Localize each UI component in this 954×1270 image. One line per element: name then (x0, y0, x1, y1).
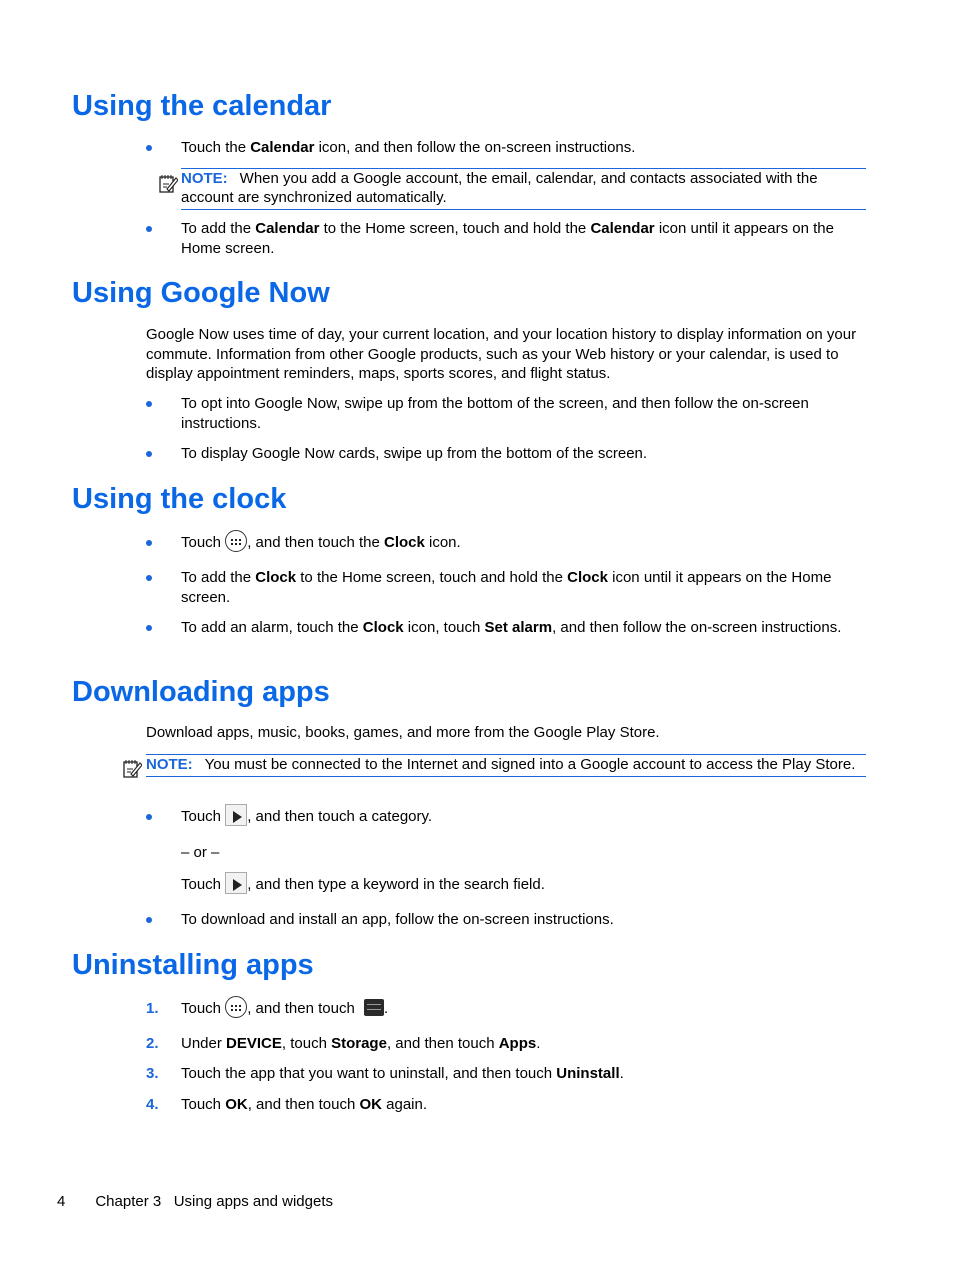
list-item: To add the Calendar to the Home screen, … (146, 219, 866, 258)
bullet-icon (146, 451, 152, 457)
list-item: Touch the Calendar icon, and then follow… (146, 138, 866, 158)
text: , touch (281, 1035, 332, 1052)
text: icon, and then follow the on-screen inst… (314, 139, 636, 156)
section-title-downloading: Downloading apps (72, 676, 330, 708)
play-store-icon (225, 872, 248, 895)
text: Set alarm (484, 619, 553, 636)
text: , and then touch (247, 1096, 360, 1113)
list-item: To display Google Now cards, swipe up fr… (146, 444, 866, 464)
text: Storage (331, 1035, 387, 1052)
page-footer: 4 Chapter 3 Using apps and widgets (57, 1193, 333, 1210)
bullet-icon (146, 917, 152, 923)
text: Clock (383, 534, 425, 551)
text: Touch the app that you want to uninstall… (181, 1065, 557, 1082)
list-item: To download and install an app, follow t… (146, 910, 866, 930)
text: To opt into Google Now, swipe up from th… (181, 395, 809, 432)
text: . (536, 1035, 541, 1052)
all-apps-icon (225, 530, 248, 553)
play-store-icon (225, 804, 248, 827)
text: , and then touch (247, 1000, 359, 1017)
bullet-icon (146, 575, 152, 581)
step-item: 2. Under DEVICE, touch Storage, and then… (146, 1034, 866, 1054)
step-number: 4. (146, 1096, 159, 1113)
text: OK (225, 1096, 248, 1113)
list-item: Touch , and then touch the Clock icon. (146, 530, 866, 553)
step-number: 2. (146, 1035, 159, 1052)
list-item: Touch , and then touch a category. (146, 804, 866, 827)
text: Clock (362, 619, 404, 636)
chapter-title: Chapter 3 Using apps and widgets (95, 1193, 333, 1210)
text: to the Home screen, touch and hold the (296, 569, 568, 586)
page-number: 4 (57, 1193, 66, 1210)
text: . (619, 1065, 624, 1082)
text: , and then touch (386, 1035, 499, 1052)
text: Touch (181, 1096, 226, 1113)
text: Uninstall (556, 1065, 620, 1082)
text: To add the (181, 220, 256, 237)
note-text: You must be connected to the Internet an… (204, 756, 856, 773)
bullet-icon (146, 625, 152, 631)
list-item: To add an alarm, touch the Clock icon, t… (146, 618, 866, 638)
paragraph: Google Now uses time of day, your curren… (146, 326, 857, 382)
text: To add an alarm, touch the (181, 619, 363, 636)
text: to the Home screen, touch and hold the (319, 220, 591, 237)
text: Calendar (590, 220, 655, 237)
step-number: 1. (146, 1000, 159, 1017)
bullet-icon (146, 540, 152, 546)
note-text: When you add a Google account, the email… (181, 170, 818, 206)
text: , and then follow the on-screen instruct… (552, 619, 842, 636)
text: OK (359, 1096, 382, 1113)
text: , and then touch the (247, 534, 384, 551)
section-title-google-now: Using Google Now (72, 277, 330, 309)
step-item: 4. Touch OK, and then touch OK again. (146, 1095, 866, 1115)
text: again. (381, 1096, 428, 1113)
settings-icon (363, 998, 384, 1016)
text: Apps (498, 1035, 537, 1052)
text: Touch (181, 1000, 226, 1017)
text: To add the (181, 569, 256, 586)
section-title-calendar: Using the calendar (72, 90, 332, 122)
all-apps-icon (225, 996, 248, 1019)
text: Calendar (250, 139, 315, 156)
text: Calendar (255, 220, 320, 237)
note-label: NOTE: (146, 756, 193, 773)
section-title-clock: Using the clock (72, 483, 287, 515)
note-icon (123, 759, 142, 778)
text: , and then type a keyword in the search … (247, 876, 545, 893)
text: icon, touch (403, 619, 485, 636)
text: , and then touch a category. (247, 808, 433, 825)
list-item: To add the Clock to the Home screen, tou… (146, 568, 866, 607)
bullet-icon (146, 401, 152, 407)
step-item: 1. Touch , and then touch . (146, 996, 866, 1019)
text: To download and install an app, follow t… (181, 911, 614, 928)
paragraph: Download apps, music, books, games, and … (146, 724, 660, 741)
step-item: 3. Touch the app that you want to uninst… (146, 1064, 866, 1084)
section-title-uninstalling: Uninstalling apps (72, 949, 314, 981)
text: Clock (255, 569, 297, 586)
paragraph: Touch , and then type a keyword in the s… (181, 872, 901, 895)
note-box: NOTE: When you add a Google account, the … (181, 168, 866, 210)
note-label: NOTE: (181, 170, 228, 187)
note-icon (159, 174, 178, 193)
bullet-icon (146, 226, 152, 232)
text: DEVICE (226, 1035, 282, 1052)
text: Touch (181, 534, 226, 551)
note-box: NOTE: You must be connected to the Intern… (146, 754, 866, 777)
list-item: To opt into Google Now, swipe up from th… (146, 394, 866, 433)
text: Touch (181, 808, 226, 825)
step-number: 3. (146, 1065, 159, 1082)
text: Under (181, 1035, 227, 1052)
text: Touch the (181, 139, 251, 156)
bullet-icon (146, 814, 152, 820)
text: . (383, 1000, 389, 1017)
bullet-icon (146, 145, 152, 151)
or-separator: – or – (181, 844, 220, 861)
text: Clock (567, 569, 608, 586)
text: To display Google Now cards, swipe up fr… (181, 445, 648, 462)
text: Touch (181, 876, 226, 893)
text: icon. (424, 534, 461, 551)
